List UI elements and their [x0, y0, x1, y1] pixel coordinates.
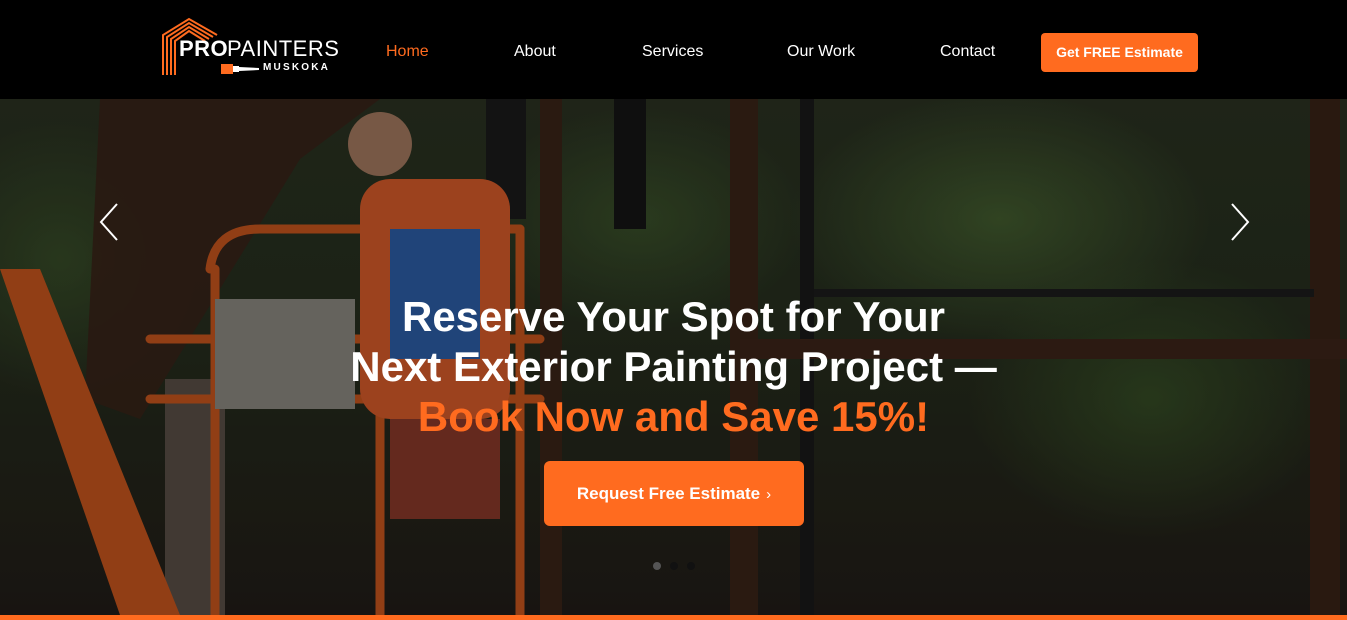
accent-bottom-bar	[0, 615, 1347, 620]
paintbrush-icon	[221, 64, 259, 74]
pro-painters-logo[interactable]: PRO PAINTERS MUSKOKA	[161, 17, 341, 77]
request-estimate-label: Request Free Estimate	[576, 484, 761, 503]
chevron-left-icon	[99, 203, 118, 241]
slide-dot-3[interactable]	[687, 562, 695, 570]
get-free-estimate-button[interactable]: Get FREE Estimate	[1041, 33, 1198, 72]
chevron-right-icon: ›	[766, 486, 772, 503]
logo-muskoka-text: MUSKOKA	[263, 62, 331, 73]
slider-prev-button[interactable]	[97, 202, 121, 242]
headline-accent: Book Now and Save 15%!	[417, 393, 930, 440]
hero-slider: Reserve Your Spot for Your Next Exterior…	[0, 99, 1347, 615]
slide-dot-1[interactable]	[653, 562, 661, 570]
logo-pro-text: PRO	[179, 36, 229, 61]
chevron-right-icon	[1231, 203, 1250, 241]
slider-next-button[interactable]	[1228, 202, 1252, 242]
nav-contact[interactable]: Contact	[940, 43, 995, 61]
nav-about[interactable]: About	[514, 43, 556, 61]
hero-headline: Reserve Your Spot for Your Next Exterior…	[0, 292, 1347, 442]
site-header: PRO PAINTERS MUSKOKA Home About Services…	[0, 0, 1347, 99]
logo-painters-text: PAINTERS	[227, 36, 340, 61]
nav-services[interactable]: Services	[642, 43, 703, 61]
headline-line-2: Next Exterior Painting Project —	[350, 343, 997, 390]
nav-our-work[interactable]: Our Work	[787, 43, 855, 61]
slide-dot-2[interactable]	[670, 562, 678, 570]
nav-home[interactable]: Home	[386, 43, 429, 61]
headline-line-1: Reserve Your Spot for Your	[401, 293, 946, 340]
request-free-estimate-button[interactable]: Request Free Estimate ›	[544, 461, 804, 526]
